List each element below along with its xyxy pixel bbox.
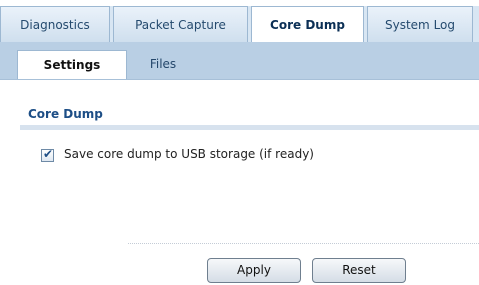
section-title: Core Dump — [28, 107, 103, 121]
subtab-files[interactable]: Files — [130, 50, 196, 79]
section-divider — [20, 125, 479, 130]
save-core-dump-usb-label: Save core dump to USB storage (if ready) — [64, 147, 314, 161]
button-separator — [128, 243, 479, 244]
tab-diagnostics[interactable]: Diagnostics — [0, 6, 110, 42]
tab-core-dump[interactable]: Core Dump — [251, 6, 364, 42]
checkmark-icon: ✔ — [43, 147, 54, 161]
sub-tab-bar: Settings Files — [0, 42, 479, 80]
tab-packet-capture[interactable]: Packet Capture — [113, 6, 248, 42]
apply-button[interactable]: Apply — [207, 258, 301, 283]
save-core-dump-usb-checkbox[interactable]: ✔ — [41, 147, 54, 162]
subtab-settings[interactable]: Settings — [17, 50, 127, 79]
reset-button[interactable]: Reset — [312, 258, 406, 283]
main-tab-bar: Diagnostics Packet Capture Core Dump Sys… — [0, 6, 479, 42]
tab-system-log[interactable]: System Log — [367, 6, 473, 42]
